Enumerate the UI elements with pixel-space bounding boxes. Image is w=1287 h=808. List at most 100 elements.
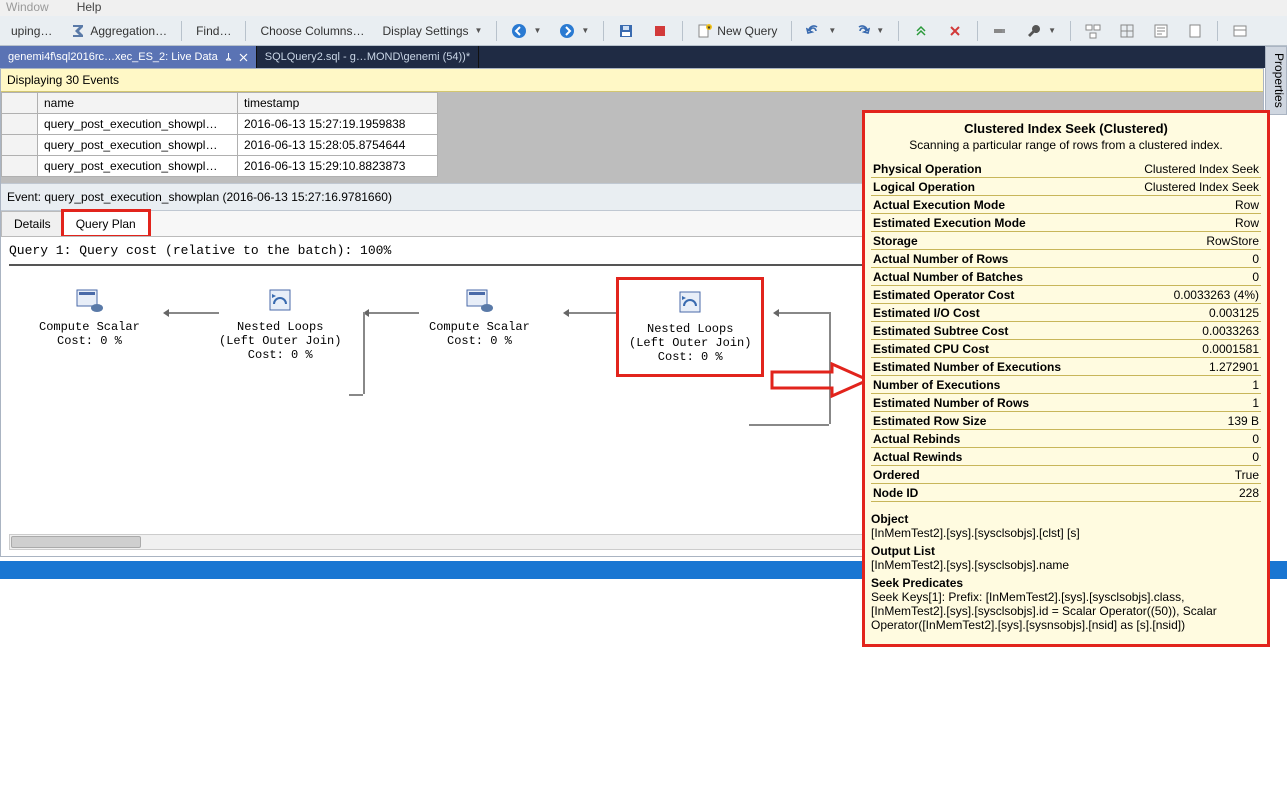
new-query-icon: ★ [697, 23, 713, 39]
tooltip-row: Actual Rebinds0 [871, 430, 1261, 448]
sigma-icon [70, 23, 86, 39]
text-icon [1153, 23, 1169, 39]
tooltip-title: Clustered Index Seek (Clustered) [871, 121, 1261, 136]
options-button[interactable]: ▼ [1019, 20, 1063, 42]
results-grid-button[interactable] [1112, 20, 1142, 42]
tooltip-row: Estimated Subtree Cost0.0033263 [871, 322, 1261, 340]
new-query-button[interactable]: ★ New Query [690, 20, 784, 42]
table-row[interactable]: query_post_execution_showpl… 2016-06-13 … [2, 135, 438, 156]
object-label: Object [871, 512, 1261, 526]
row-selector-header [2, 93, 38, 114]
cell-name: query_post_execution_showpl… [38, 114, 238, 135]
tab-label: genemi4f\sql2016rc…xec_ES_2: Live Data [8, 51, 218, 63]
tab-live-data[interactable]: genemi4f\sql2016rc…xec_ES_2: Live Data [0, 46, 257, 68]
tab-sqlquery2[interactable]: SQLQuery2.sql - g…MOND\genemi (54))* [257, 46, 479, 68]
menu-window[interactable]: Window [6, 0, 49, 16]
tab-details[interactable]: Details [1, 211, 64, 236]
extra-button[interactable] [1225, 20, 1255, 42]
connect-button[interactable] [906, 20, 936, 42]
table-icon [1232, 23, 1248, 39]
table-row[interactable]: query_post_execution_showpl… 2016-06-13 … [2, 114, 438, 135]
nested-loops-icon [264, 284, 296, 316]
redo-button[interactable]: ▼ [847, 20, 891, 42]
tab-label: SQLQuery2.sql - g…MOND\genemi (54))* [265, 51, 470, 63]
svg-text:★: ★ [707, 25, 712, 31]
tooltip-row: Estimated CPU Cost0.0001581 [871, 340, 1261, 358]
seek-predicates-label: Seek Predicates [871, 576, 1261, 590]
node-title: Nested Loops [629, 322, 751, 336]
events-grid[interactable]: name timestamp query_post_execution_show… [1, 92, 438, 177]
change-connection-button[interactable] [985, 20, 1015, 42]
display-settings-button[interactable]: Display Settings▼ [375, 21, 489, 41]
plan-node-nested-loops-highlight[interactable]: Nested Loops (Left Outer Join) Cost: 0 % [623, 284, 757, 370]
close-icon[interactable] [239, 53, 248, 62]
events-count-label: Displaying 30 Events [1, 69, 1263, 92]
cell-timestamp: 2016-06-13 15:28:05.8754644 [238, 135, 438, 156]
connect-icon [913, 23, 929, 39]
arrow-left-circle-icon [511, 23, 527, 39]
toolbar: uping… Aggregation… Find… Choose Columns… [0, 16, 1287, 46]
grouping-button[interactable]: uping… [4, 21, 59, 41]
menubar: Window Help [0, 0, 1287, 16]
scrollbar-thumb[interactable] [11, 536, 141, 548]
tooltip-row: Number of Executions1 [871, 376, 1261, 394]
tooltip-row: StorageRowStore [871, 232, 1261, 250]
wrench-icon [1026, 23, 1042, 39]
stop-icon [652, 23, 668, 39]
properties-tab[interactable]: Properties [1265, 46, 1287, 115]
plan-node-nested-loops[interactable]: Nested Loops (Left Outer Join) Cost: 0 % [219, 284, 341, 362]
compute-scalar-icon [73, 284, 105, 316]
cell-name: query_post_execution_showpl… [38, 156, 238, 177]
tooltip-row: Estimated Execution ModeRow [871, 214, 1261, 232]
col-timestamp[interactable]: timestamp [238, 93, 438, 114]
object-value: [InMemTest2].[sys].[sysclsobjs].[clst] [… [871, 526, 1261, 540]
col-name[interactable]: name [38, 93, 238, 114]
results-file-button[interactable] [1180, 20, 1210, 42]
tooltip-properties-table: Physical OperationClustered Index SeekLo… [871, 160, 1261, 502]
save-button[interactable] [611, 20, 641, 42]
tooltip-row: Actual Rewinds0 [871, 448, 1261, 466]
exec-plan-button[interactable] [1078, 20, 1108, 42]
output-list-label: Output List [871, 544, 1261, 558]
tooltip-row: Estimated I/O Cost0.003125 [871, 304, 1261, 322]
tooltip-row: OrderedTrue [871, 466, 1261, 484]
redo-icon [854, 23, 870, 39]
choose-columns-button[interactable]: Choose Columns… [253, 21, 371, 41]
undo-button[interactable]: ▼ [799, 20, 843, 42]
nav-back-button[interactable]: ▼ [504, 20, 548, 42]
output-list-value: [InMemTest2].[sys].[sysclsobjs].name [871, 558, 1261, 572]
node-title: Compute Scalar [39, 320, 140, 334]
annotation-arrow-icon [770, 362, 870, 398]
node-sub: (Left Outer Join) [629, 336, 751, 350]
undo-icon [806, 23, 822, 39]
cell-timestamp: 2016-06-13 15:27:19.1959838 [238, 114, 438, 135]
find-button[interactable]: Find… [189, 21, 238, 41]
nav-forward-button[interactable]: ▼ [552, 20, 596, 42]
node-cost: Cost: 0 % [219, 348, 341, 362]
plan-node-compute-scalar[interactable]: Compute Scalar Cost: 0 % [39, 284, 140, 348]
results-text-button[interactable] [1146, 20, 1176, 42]
plan-node-compute-scalar-2[interactable]: Compute Scalar Cost: 0 % [429, 284, 530, 348]
plug-icon [992, 23, 1008, 39]
file-icon [1187, 23, 1203, 39]
tooltip-row: Actual Number of Rows0 [871, 250, 1261, 268]
pin-icon[interactable] [224, 53, 233, 62]
disconnect-icon [947, 23, 963, 39]
tab-query-plan[interactable]: Query Plan [63, 211, 149, 236]
tooltip-subtitle: Scanning a particular range of rows from… [871, 138, 1261, 152]
stop-button[interactable] [645, 20, 675, 42]
aggregation-button[interactable]: Aggregation… [63, 20, 174, 42]
grid-icon [1119, 23, 1135, 39]
seek-predicates-value: Seek Keys[1]: Prefix: [InMemTest2].[sys]… [871, 590, 1261, 632]
tooltip-row: Actual Execution ModeRow [871, 196, 1261, 214]
cell-name: query_post_execution_showpl… [38, 135, 238, 156]
nested-loops-icon [674, 286, 706, 318]
node-sub: (Left Outer Join) [219, 334, 341, 348]
disconnect-button[interactable] [940, 20, 970, 42]
menu-help[interactable]: Help [77, 0, 102, 16]
tooltip-row: Node ID228 [871, 484, 1261, 502]
document-tabs: genemi4f\sql2016rc…xec_ES_2: Live Data S… [0, 46, 1287, 68]
tooltip-row: Actual Number of Batches0 [871, 268, 1261, 286]
table-row[interactable]: query_post_execution_showpl… 2016-06-13 … [2, 156, 438, 177]
tooltip-row: Logical OperationClustered Index Seek [871, 178, 1261, 196]
